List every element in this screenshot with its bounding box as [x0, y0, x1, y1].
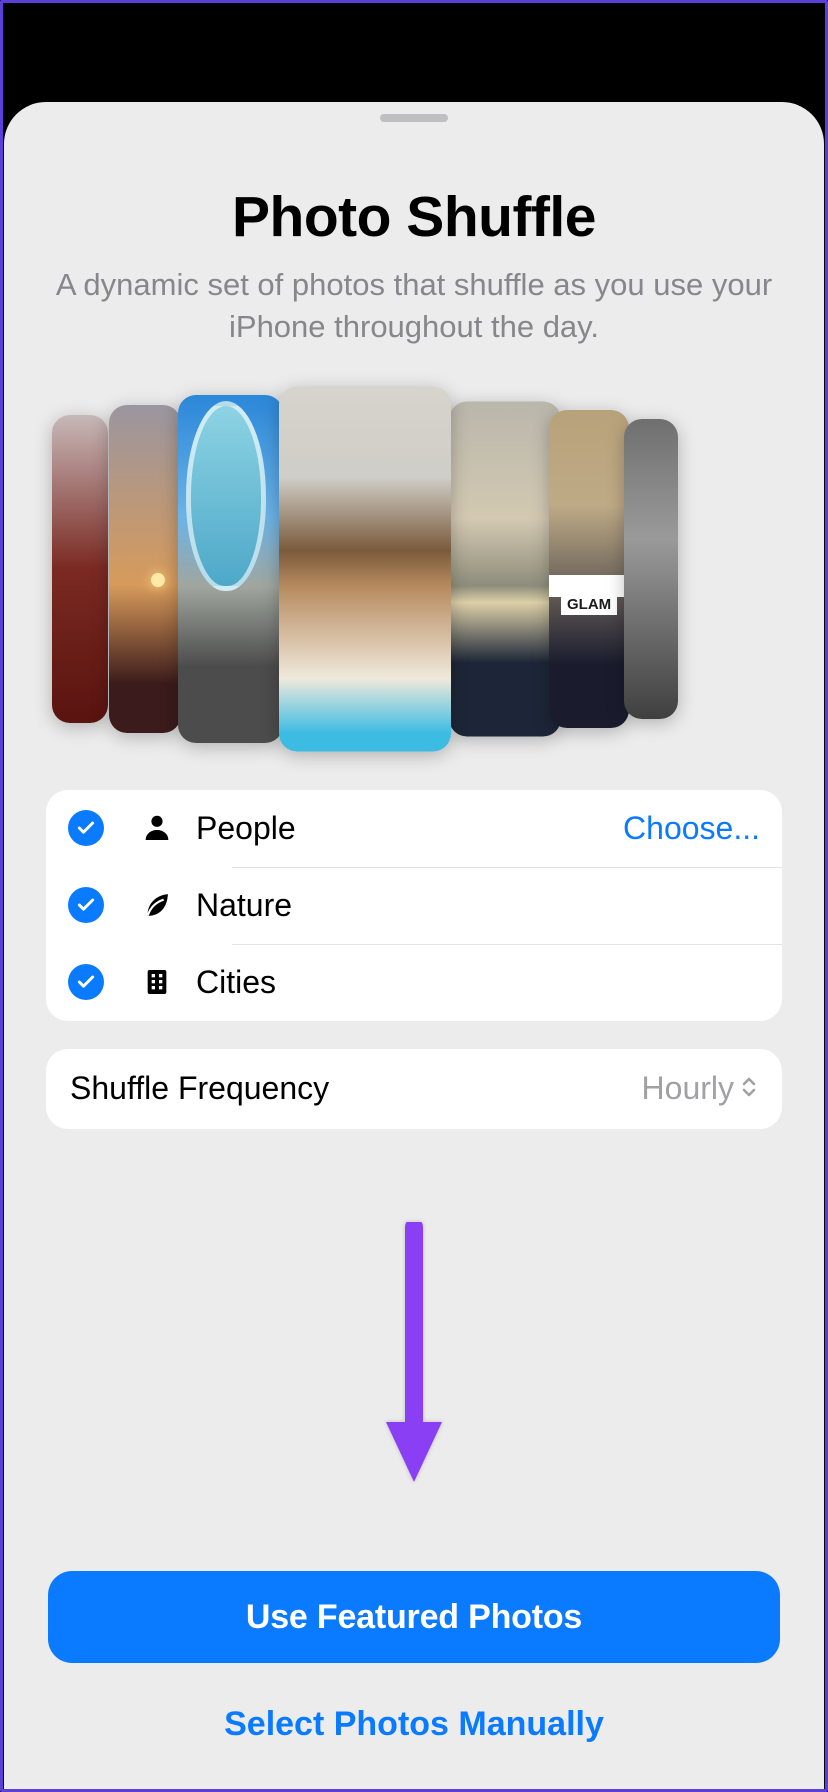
checkmark-icon[interactable]: [68, 887, 104, 923]
photo-thumbnail: [624, 419, 678, 719]
photo-thumbnail-front: [279, 386, 451, 751]
building-icon: [138, 966, 176, 998]
checkmark-icon[interactable]: [68, 964, 104, 1000]
photo-carousel[interactable]: GLAM: [4, 384, 824, 754]
checkmark-icon[interactable]: [68, 810, 104, 846]
photo-thumbnail: GLAM: [549, 410, 629, 728]
photo-thumbnail: [109, 405, 181, 733]
person-icon: [138, 812, 176, 844]
footer: Use Featured Photos Select Photos Manual…: [4, 1571, 824, 1756]
category-label: Cities: [196, 964, 760, 1001]
photo-thumbnail: [178, 395, 283, 743]
shuffle-frequency-row[interactable]: Shuffle Frequency Hourly: [46, 1049, 782, 1129]
category-row-people[interactable]: People Choose...: [46, 790, 782, 867]
category-list: People Choose... Nature Cities: [46, 790, 782, 1021]
frequency-label: Shuffle Frequency: [70, 1070, 642, 1107]
photo-thumbnail: [449, 401, 561, 736]
frequency-value: Hourly: [642, 1070, 758, 1107]
category-label: People: [196, 810, 623, 847]
category-row-cities[interactable]: Cities: [46, 944, 782, 1021]
page-title: Photo Shuffle: [44, 184, 784, 250]
sheet-grabber[interactable]: [380, 114, 448, 122]
page-subtitle: A dynamic set of photos that shuffle as …: [44, 264, 784, 348]
select-photos-manually-button[interactable]: Select Photos Manually: [48, 1693, 780, 1756]
photo-shuffle-sheet: Photo Shuffle A dynamic set of photos th…: [4, 102, 824, 1792]
use-featured-photos-button[interactable]: Use Featured Photos: [48, 1571, 780, 1663]
chevron-up-down-icon: [740, 1070, 758, 1107]
choose-button[interactable]: Choose...: [623, 810, 760, 847]
header: Photo Shuffle A dynamic set of photos th…: [4, 122, 824, 348]
leaf-icon: [138, 889, 176, 921]
category-row-nature[interactable]: Nature: [46, 867, 782, 944]
photo-thumbnail: [52, 415, 108, 723]
category-label: Nature: [196, 887, 760, 924]
